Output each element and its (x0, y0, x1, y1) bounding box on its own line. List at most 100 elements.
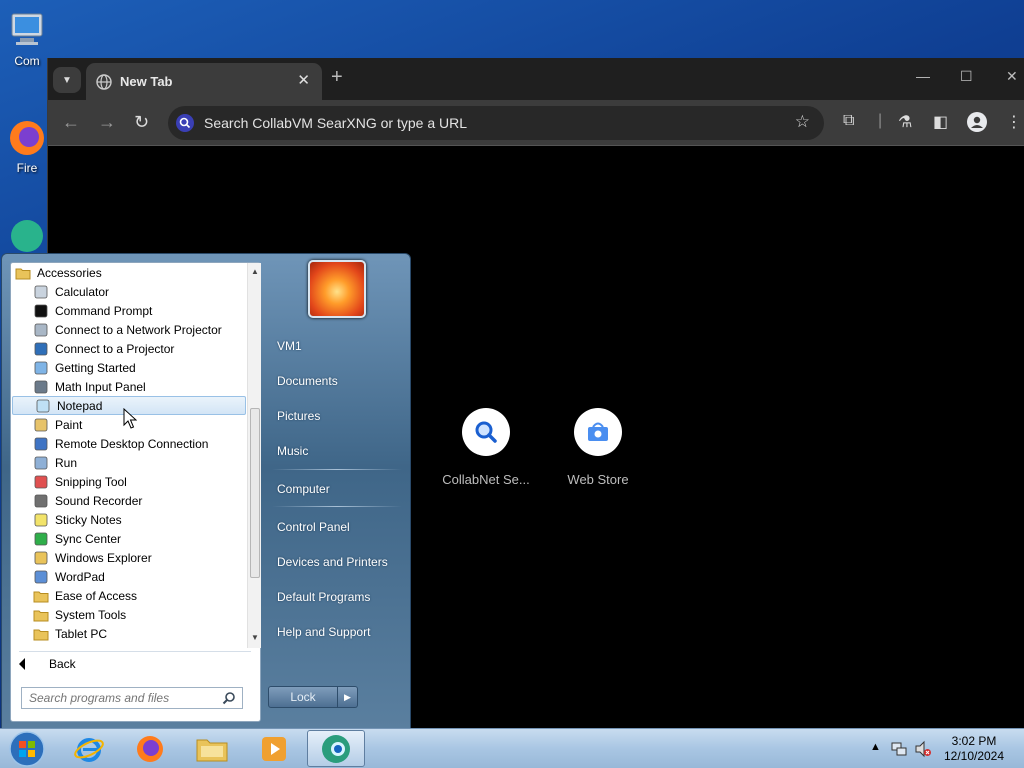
getting-started-icon (34, 361, 48, 374)
back-arrow-icon (19, 658, 25, 670)
omnibox-placeholder: Search CollabVM SearXNG or type a URL (204, 115, 467, 131)
toolbar-divider: | (878, 112, 883, 129)
taskbar-browser[interactable] (307, 730, 365, 767)
program-label: Notepad (57, 398, 103, 413)
program-item[interactable]: Sound Recorder (11, 491, 247, 510)
remote-desktop-icon (34, 437, 48, 450)
search-icon[interactable] (222, 691, 236, 705)
command-prompt-icon (34, 304, 48, 317)
start-button[interactable] (0, 730, 54, 767)
web-store-icon (574, 408, 622, 456)
taskbar-firefox[interactable] (121, 730, 179, 767)
program-item[interactable]: Snipping Tool (11, 472, 247, 491)
program-item[interactable]: Sticky Notes (11, 510, 247, 529)
start-link-computer[interactable]: Computer (277, 482, 330, 496)
divider (272, 506, 402, 507)
maximize-icon[interactable]: ☐ (960, 68, 973, 85)
program-item[interactable]: Connect to a Projector (11, 339, 247, 358)
program-item[interactable]: Command Prompt (11, 301, 247, 320)
desktop-icon-computer[interactable]: Com (6, 10, 48, 68)
folder-icon (15, 268, 31, 279)
program-item[interactable]: Calculator (11, 282, 247, 301)
start-search-input[interactable] (22, 688, 212, 708)
program-label: Math Input Panel (55, 379, 146, 394)
shortcut-collabnet[interactable]: CollabNet Se... (436, 408, 536, 487)
network-projector-icon (34, 323, 48, 336)
shortcut-label: Web Store (567, 472, 629, 487)
program-item[interactable]: Windows Explorer (11, 548, 247, 567)
wordpad-icon (34, 570, 48, 583)
program-label: Remote Desktop Connection (55, 436, 209, 451)
folder-icon (33, 629, 49, 640)
program-item[interactable]: Connect to a Network Projector (11, 320, 247, 339)
back-button[interactable]: Back (19, 657, 76, 671)
scroll-down-icon[interactable]: ▼ (248, 631, 262, 645)
back-arrow-icon[interactable]: ← (62, 112, 80, 133)
program-label: Sticky Notes (55, 512, 122, 527)
tab-new-tab[interactable]: New Tab ✕ (86, 63, 322, 100)
shutdown-options-arrow-icon[interactable]: ▶ (338, 686, 358, 708)
shortcut-web-store[interactable]: Web Store (548, 408, 648, 487)
program-item[interactable]: WordPad (11, 567, 247, 586)
profile-icon[interactable] (967, 112, 987, 132)
program-item[interactable]: Math Input Panel (11, 377, 247, 396)
reload-icon[interactable]: ↻ (134, 112, 149, 133)
scroll-up-icon[interactable]: ▲ (248, 265, 262, 279)
start-menu: Accessories Calculator Command Prompt Conn… (1, 253, 411, 729)
bookmark-star-icon[interactable]: ☆ (795, 112, 810, 132)
network-icon[interactable] (890, 740, 908, 758)
browser-toolbar: ← → ↻ Search CollabVM SearXNG or type a … (48, 100, 1024, 146)
math-input-icon (34, 380, 48, 393)
start-link-control-panel[interactable]: Control Panel (277, 520, 350, 534)
volume-muted-icon[interactable] (914, 740, 932, 758)
program-item[interactable]: Run (11, 453, 247, 472)
run-icon (34, 456, 48, 469)
folder-icon (33, 610, 49, 621)
program-item[interactable]: Ease of Access (11, 586, 247, 605)
tab-search-button[interactable]: ▼ (53, 67, 81, 93)
start-link-documents[interactable]: Documents (277, 374, 338, 388)
start-link-default-programs[interactable]: Default Programs (277, 590, 370, 604)
forward-arrow-icon[interactable]: → (98, 112, 116, 133)
menu-kebab-icon[interactable]: ⋮ (1006, 112, 1022, 132)
program-label: Sound Recorder (55, 493, 143, 508)
program-list-scrollbar[interactable]: ▲ ▼ (247, 263, 261, 648)
close-tab-icon[interactable]: ✕ (297, 71, 310, 89)
program-item[interactable]: System Tools (11, 605, 247, 624)
user-avatar[interactable] (308, 260, 366, 318)
paint-icon (34, 418, 48, 431)
labs-flask-icon[interactable]: ⚗ (898, 112, 912, 132)
desktop-icon-firefox[interactable]: Fire (6, 117, 48, 175)
minimize-icon[interactable]: — (916, 68, 930, 84)
start-link-pictures[interactable]: Pictures (277, 409, 320, 423)
new-tab-button[interactable]: + (331, 66, 343, 89)
program-item[interactable]: Getting Started (11, 358, 247, 377)
clock[interactable]: 3:02 PM 12/10/2024 (936, 734, 1012, 764)
lock-button[interactable]: Lock (268, 686, 338, 708)
taskbar-internet-explorer[interactable] (60, 730, 118, 767)
program-item[interactable]: Remote Desktop Connection (11, 434, 247, 453)
program-label: Windows Explorer (55, 550, 152, 565)
program-label: Sync Center (55, 531, 122, 546)
side-panel-icon[interactable]: ◧ (933, 112, 948, 132)
scroll-thumb[interactable] (250, 408, 260, 578)
clock-time: 3:02 PM (951, 734, 997, 748)
show-hidden-icons-icon[interactable]: ▲ (870, 741, 881, 753)
program-item[interactable]: Tablet PC (11, 624, 247, 643)
start-link-vm1[interactable]: VM1 (277, 339, 302, 353)
extensions-icon[interactable]: ⧉ (843, 112, 854, 130)
program-item[interactable]: Sync Center (11, 529, 247, 548)
start-link-music[interactable]: Music (277, 444, 308, 458)
folder-accessories[interactable]: Accessories (11, 263, 247, 282)
start-search-box[interactable] (21, 687, 243, 709)
back-label: Back (49, 657, 76, 671)
start-link-devices-and-printers[interactable]: Devices and Printers (277, 555, 388, 569)
taskbar-media-player[interactable] (245, 730, 303, 767)
taskbar-windows-explorer[interactable] (183, 730, 241, 767)
omnibox[interactable]: Search CollabVM SearXNG or type a URL ☆ (168, 106, 824, 140)
program-label: WordPad (55, 569, 105, 584)
close-window-icon[interactable]: ✕ (1006, 68, 1018, 85)
desktop-icon-label: Com (14, 54, 40, 68)
start-link-help-and-support[interactable]: Help and Support (277, 625, 370, 639)
program-list: Accessories Calculator Command Prompt Conn… (11, 263, 247, 648)
